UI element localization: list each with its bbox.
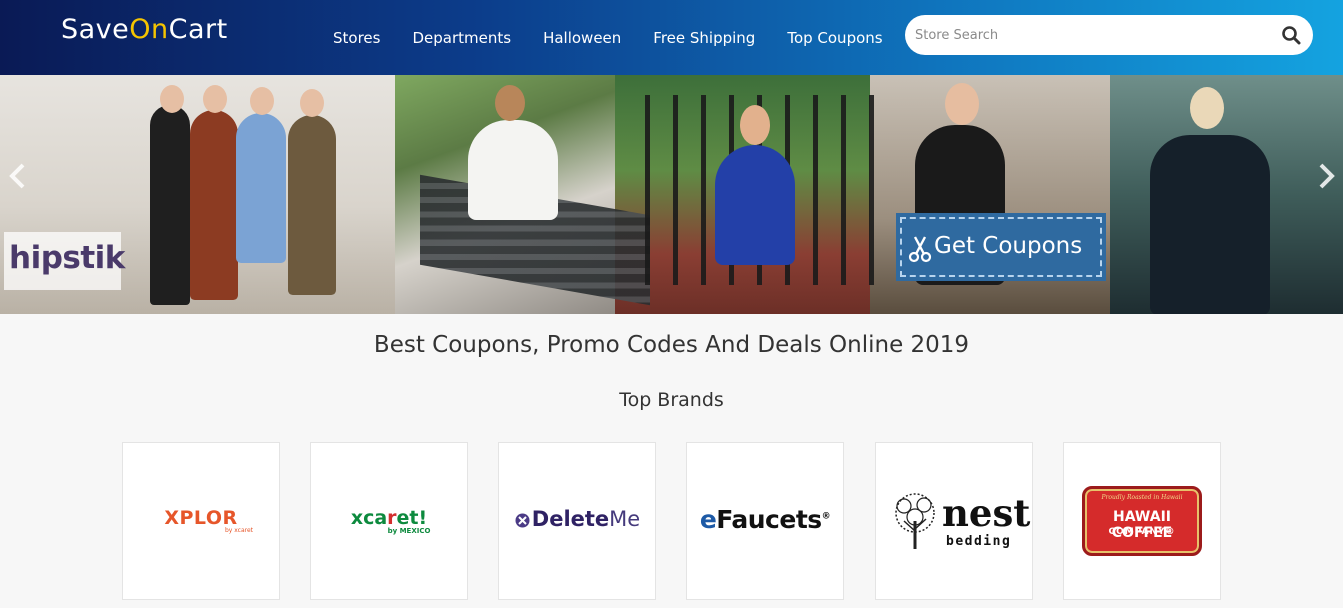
site-header: SaveOnCart Stores Departments Halloween … xyxy=(0,0,1343,75)
brand-tile-xcaret[interactable]: xcaret! by MEXICO xyxy=(310,442,468,600)
brand-logo-hawaii-sub: COMPANY® xyxy=(1108,527,1176,537)
brand-tile-nest-bedding[interactable]: nest bedding xyxy=(875,442,1033,600)
nav-stores[interactable]: Stores xyxy=(333,29,380,47)
scissors-icon xyxy=(908,236,932,263)
brand-logo-hawaii-tagline: Proudly Roasted in Hawaii xyxy=(1101,494,1183,501)
model-figure xyxy=(150,105,190,305)
get-coupons-label: Get Coupons xyxy=(934,233,1083,259)
hipstik-logo: hipstik xyxy=(4,232,125,290)
get-coupons-button[interactable]: Get Coupons xyxy=(896,213,1106,281)
brand-logo-xcaret: xcaret! xyxy=(350,507,428,529)
brand-logo-efaucets: eFaucets® xyxy=(699,505,831,534)
model-head xyxy=(250,87,274,115)
model-figure xyxy=(1150,135,1270,314)
brand-logo-nest: nest xyxy=(942,491,1031,535)
model-head xyxy=(300,89,324,117)
model-head xyxy=(495,85,525,121)
model-head xyxy=(203,85,227,113)
brand-logo-xplor: XPLOR xyxy=(164,507,238,529)
model-head xyxy=(160,85,184,113)
brand-tile-efaucets[interactable]: eFaucets® xyxy=(686,442,844,600)
brand-tile-hawaii-coffee[interactable]: Proudly Roasted in Hawaii HAWAII COFFEE … xyxy=(1063,442,1221,600)
main-nav: Stores Departments Halloween Free Shippi… xyxy=(333,29,915,47)
logo-part-2: On xyxy=(129,14,169,45)
chevron-right-icon[interactable] xyxy=(1314,162,1338,190)
model-head xyxy=(740,105,770,145)
logo-part-3: Cart xyxy=(168,14,228,45)
model-figure xyxy=(288,115,336,295)
chevron-left-icon[interactable] xyxy=(6,162,30,190)
model-figure xyxy=(190,110,238,300)
model-head xyxy=(1190,87,1224,129)
nav-halloween[interactable]: Halloween xyxy=(543,29,621,47)
model-head xyxy=(945,83,979,125)
brand-logo-deleteme: DeleteMe xyxy=(531,507,641,531)
logo-part-1: Save xyxy=(61,14,130,45)
brand-tile-deleteme[interactable]: DeleteMe xyxy=(498,442,656,600)
nav-departments[interactable]: Departments xyxy=(412,29,511,47)
model-figure xyxy=(468,120,558,220)
top-brands-title: Top Brands xyxy=(619,389,724,411)
brand-logo-xcaret-sub: by MEXICO xyxy=(387,527,431,535)
search-icon[interactable] xyxy=(1281,25,1301,45)
hipstik-logo-text: hipstik xyxy=(9,240,125,276)
hawaii-coffee-badge: Proudly Roasted in Hawaii HAWAII COFFEE … xyxy=(1082,486,1202,556)
model-figure xyxy=(715,145,795,265)
brand-tile-xplor[interactable]: XPLOR by xcaret xyxy=(122,442,280,600)
site-logo[interactable]: SaveOnCart xyxy=(61,14,228,45)
brand-logo-xplor-sub: by xcaret xyxy=(224,527,254,534)
store-search-box xyxy=(905,15,1313,55)
search-input[interactable] xyxy=(915,23,1275,47)
page-headline: Best Coupons, Promo Codes And Deals Onli… xyxy=(373,332,970,358)
tree-icon xyxy=(895,493,935,549)
nav-free-shipping[interactable]: Free Shipping xyxy=(653,29,755,47)
hero-banner[interactable]: hipstik Get Coupons xyxy=(0,75,1343,314)
model-figure xyxy=(236,113,286,263)
brand-logo-nest-sub: bedding xyxy=(946,534,1012,549)
nav-top-coupons[interactable]: Top Coupons xyxy=(787,29,882,47)
